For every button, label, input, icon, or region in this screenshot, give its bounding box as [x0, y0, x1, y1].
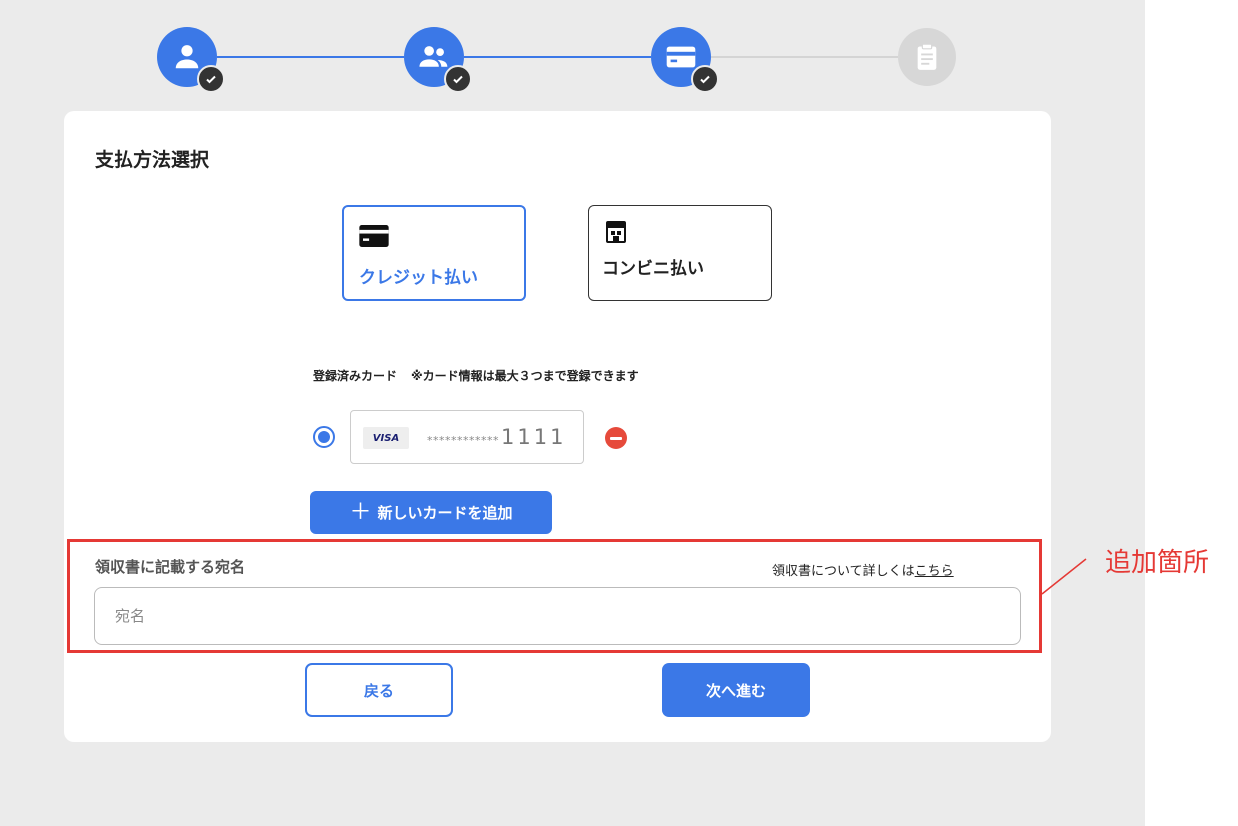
card-radio-selected[interactable]	[313, 426, 335, 448]
registered-cards-note: ※カード情報は最大３つまで登録できます	[411, 369, 639, 383]
step-3	[651, 27, 719, 93]
receipt-addressee-label: 領収書に記載する宛名	[95, 558, 246, 576]
receipt-addressee-input[interactable]	[94, 587, 1021, 645]
registered-cards-label: 登録済みカード	[313, 369, 398, 383]
step-2	[404, 27, 472, 93]
add-card-button[interactable]: ＋ 新しいカードを追加	[310, 491, 552, 534]
payment-option-credit[interactable]: クレジット払い	[342, 205, 526, 301]
registered-cards-heading: 登録済みカード ※カード情報は最大３つまで登録できます	[313, 367, 639, 384]
store-icon	[606, 221, 626, 247]
annotation-label: 追加箇所	[1105, 548, 1210, 578]
add-card-label: 新しいカードを追加	[377, 504, 513, 522]
visa-logo: VISA	[363, 427, 409, 449]
page-title: 支払方法選択	[95, 149, 210, 171]
card-number-masked: ************1111	[427, 425, 566, 449]
receipt-help-prefix: 領収書について詳しくは	[772, 564, 915, 579]
check-icon	[691, 65, 719, 93]
remove-card-icon[interactable]	[605, 427, 627, 449]
payment-option-label: コンビニ払い	[602, 259, 704, 279]
back-button[interactable]: 戻る	[305, 663, 453, 717]
next-button[interactable]: 次へ進む	[662, 663, 810, 717]
check-icon	[444, 65, 472, 93]
group-icon	[419, 46, 448, 67]
stepper-line-1	[217, 56, 404, 58]
credit-card-icon	[666, 46, 696, 68]
payment-option-convenience-store[interactable]: コンビニ払い	[588, 205, 772, 301]
credit-card-icon	[359, 225, 389, 251]
annotation-leader-line	[1041, 558, 1087, 595]
step-4	[898, 28, 956, 86]
stepper-line-2	[464, 56, 651, 58]
step-1	[157, 27, 225, 93]
receipt-help-text: 領収書について詳しくはこちら	[772, 560, 954, 579]
check-icon	[197, 65, 225, 93]
registered-card-item[interactable]: VISA ************1111	[350, 410, 584, 464]
person-icon	[175, 45, 199, 69]
clipboard-icon	[917, 43, 937, 70]
plus-icon: ＋	[349, 499, 372, 525]
card-mask: ************	[427, 434, 499, 447]
receipt-help-link[interactable]: こちら	[915, 564, 954, 579]
stepper-line-3	[711, 56, 898, 58]
card-last4: 1111	[501, 425, 567, 449]
payment-option-label: クレジット払い	[359, 268, 478, 288]
